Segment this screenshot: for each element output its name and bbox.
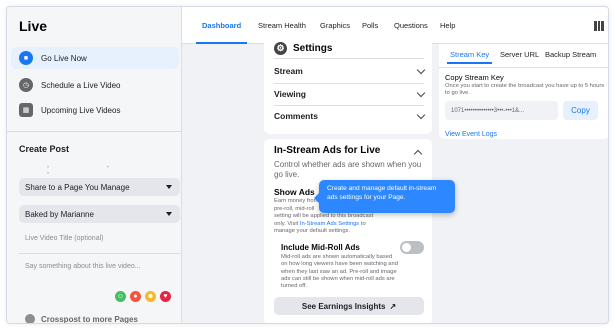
section-viewing[interactable]: Viewing [274, 88, 426, 99]
sidebar-item-label: Go Live Now [41, 53, 87, 63]
ads-subtitle: Control whether ads are shown when you g… [274, 160, 422, 179]
fundraiser-icon[interactable]: ♥ [160, 291, 171, 302]
post-extras-icons: ☺ ● ☻ ♥ [115, 291, 171, 302]
section-stream-label: Stream [274, 66, 303, 76]
show-ads-label: Show Ads [274, 187, 315, 197]
app-frame: Live ■ Go Live Now ◷ Schedule a Live Vid… [6, 6, 609, 324]
sidebar-item-schedule[interactable]: ◷ Schedule a Live Video [19, 74, 175, 96]
tabs-divider [439, 67, 608, 68]
external-link-icon: ↗ [389, 301, 397, 311]
sidebar-divider [7, 131, 182, 132]
stream-key-description: Once you start to create the broadcast y… [445, 83, 605, 97]
layout-toggle-icon[interactable] [594, 21, 604, 31]
chevron-down-icon [416, 88, 426, 97]
share-destination-value: Share to a Page You Manage [25, 182, 130, 192]
midroll-description: Mid-roll ads are shown automatically bas… [281, 254, 398, 290]
sidebar-item-label: Upcoming Live Videos [41, 105, 121, 115]
calendar-icon: ▦ [19, 103, 33, 117]
settings-card: ⚙ Settings Stream Viewing Comments [264, 38, 432, 134]
tab-dashboard[interactable]: Dashboard [195, 21, 248, 44]
chevron-down-icon [416, 110, 426, 119]
settings-divider [274, 105, 424, 106]
midroll-toggle[interactable] [400, 241, 424, 254]
midroll-label: Include Mid-Roll Ads [281, 243, 360, 252]
crosspost-label: Crosspost to more Pages [41, 314, 138, 324]
toggle-knob [402, 243, 411, 252]
camera-icon: ■ [19, 51, 33, 65]
caret-down-icon [166, 185, 172, 189]
sidebar-title: Live [19, 18, 48, 34]
caret-down-icon [166, 212, 172, 216]
ads-title: In-Stream Ads for Live [274, 145, 381, 156]
crosspost-icon [25, 314, 35, 323]
tab-backup-stream[interactable]: Backup Stream [545, 50, 596, 59]
section-comments-label: Comments [274, 111, 318, 121]
settings-divider [274, 83, 424, 84]
chevron-up-icon[interactable] [413, 149, 423, 159]
live-title-input[interactable]: Live Video Title (optional) [25, 235, 103, 242]
settings-title: Settings [293, 43, 333, 54]
sidebar-item-go-live-now[interactable]: ■ Go Live Now [11, 47, 179, 69]
page-select-value: Baked by Marianne [25, 209, 94, 219]
section-stream[interactable]: Stream [274, 65, 426, 76]
copy-stream-key-label: Copy Stream Key [445, 73, 504, 82]
create-post-heading: Create Post [19, 144, 70, 154]
share-destination-select[interactable]: Share to a Page You Manage [19, 178, 180, 196]
ads-settings-tooltip: Create and manage default in-stream ads … [314, 180, 455, 213]
chevron-down-icon [416, 65, 426, 74]
copy-button[interactable]: Copy [563, 101, 598, 120]
stream-key-card: Stream Key Server URL Backup Stream Copy… [439, 44, 608, 139]
in-stream-ads-card: In-Stream Ads for Live Control whether a… [264, 139, 432, 323]
left-sidebar: Live ■ Go Live Now ◷ Schedule a Live Vid… [7, 7, 182, 324]
tag-people-icon[interactable]: ☺ [115, 291, 126, 302]
show-ads-desc-line: Earn money from [274, 198, 319, 204]
section-comments[interactable]: Comments [274, 110, 426, 121]
live-description-input[interactable]: Say something about this live video... [25, 263, 141, 270]
tab-stream-key[interactable]: Stream Key [446, 50, 493, 64]
post-type-placeholder: • • • [47, 165, 137, 177]
tab-help[interactable]: Help [440, 21, 455, 44]
tab-server-url[interactable]: Server URL [500, 50, 539, 59]
see-earnings-insights-button[interactable]: See Earnings Insights ↗ [274, 297, 424, 315]
crosspost-row[interactable]: Crosspost to more Pages [25, 314, 138, 324]
section-viewing-label: Viewing [274, 89, 306, 99]
feeling-emoji-icon[interactable]: ☻ [145, 291, 156, 302]
page-select[interactable]: Baked by Marianne [19, 205, 180, 223]
location-icon[interactable]: ● [130, 291, 141, 302]
show-ads-desc-line: pre-roll, mid-roll [274, 205, 315, 212]
gear-icon: ⚙ [274, 42, 287, 55]
sidebar-item-label: Schedule a Live Video [41, 80, 121, 90]
settings-divider [274, 58, 424, 59]
input-divider [19, 253, 180, 254]
earnings-button-label: See Earnings Insights [301, 301, 386, 311]
settings-heading: ⚙ Settings [274, 42, 332, 55]
sidebar-item-upcoming[interactable]: ▦ Upcoming Live Videos [19, 99, 175, 121]
clock-icon: ◷ [19, 78, 33, 92]
stream-key-field[interactable]: 1071••••••••••••••3•••-•••1&... [445, 101, 558, 120]
in-stream-ads-settings-link[interactable]: In-Stream Ads Settings [300, 221, 359, 227]
view-event-logs-link[interactable]: View Event Logs [445, 131, 497, 138]
